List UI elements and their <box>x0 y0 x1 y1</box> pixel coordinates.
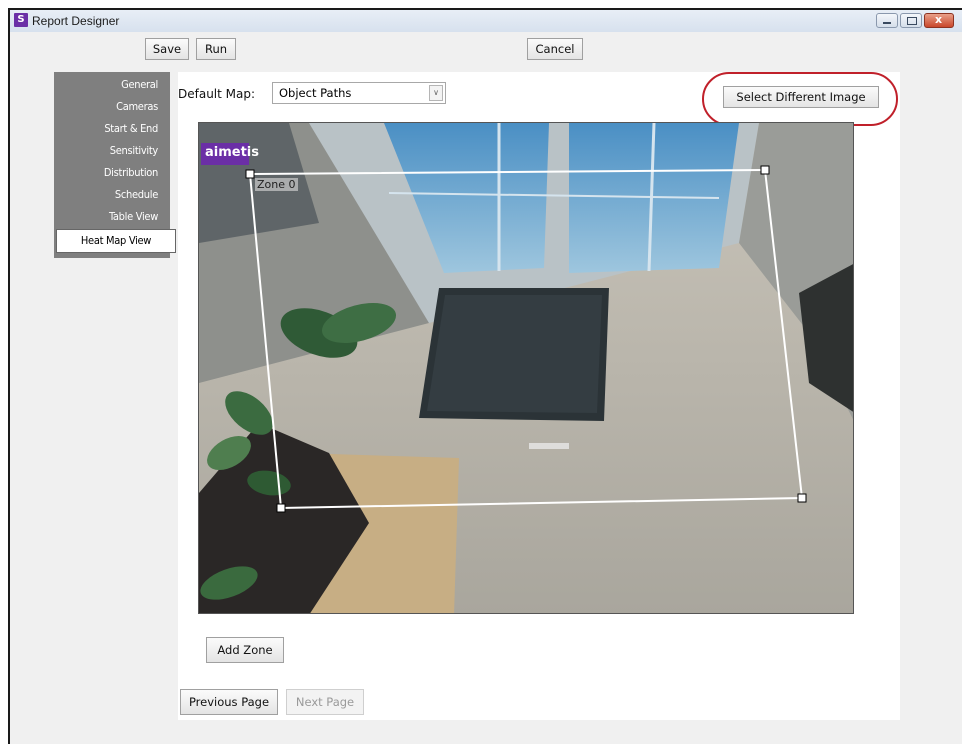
nav-item-distribution[interactable]: Distribution <box>104 162 158 184</box>
default-map-select[interactable]: Object Paths ∨ <box>272 82 446 104</box>
minimize-button[interactable] <box>876 13 898 28</box>
next-page-button[interactable]: Next Page <box>286 689 364 715</box>
save-button[interactable]: Save <box>145 38 189 60</box>
close-icon: x <box>935 13 943 26</box>
zone-label: Zone 0 <box>255 178 298 191</box>
app-icon: S <box>14 13 28 27</box>
minimize-icon <box>883 22 891 24</box>
title-bar: S Report Designer x <box>10 10 962 32</box>
camera-logo: aimetis <box>201 143 259 165</box>
window-title: Report Designer <box>32 14 120 28</box>
nav-item-start-end[interactable]: Start & End <box>104 118 158 140</box>
nav-item-general[interactable]: General <box>121 74 158 96</box>
camera-scene <box>199 123 853 613</box>
nav-item-sensitivity[interactable]: Sensitivity <box>110 140 159 162</box>
previous-page-button[interactable]: Previous Page <box>180 689 278 715</box>
chevron-down-icon[interactable]: ∨ <box>429 85 443 101</box>
nav-item-heat-map-view[interactable]: Heat Map View <box>56 229 176 253</box>
default-map-value: Object Paths <box>279 86 352 100</box>
add-zone-button[interactable]: Add Zone <box>206 637 284 663</box>
cancel-button[interactable]: Cancel <box>527 38 583 60</box>
close-button[interactable]: x <box>924 13 954 28</box>
default-map-label: Default Map: <box>178 87 256 101</box>
maximize-button[interactable] <box>900 13 922 28</box>
camera-image[interactable]: aimetis Zone 0 <box>198 122 854 614</box>
maximize-icon <box>907 17 917 25</box>
nav-item-schedule[interactable]: Schedule <box>115 184 158 206</box>
nav-item-cameras[interactable]: Cameras <box>116 96 158 118</box>
nav-item-table-view[interactable]: Table View <box>109 206 158 228</box>
run-button[interactable]: Run <box>196 38 236 60</box>
select-different-image-button[interactable]: Select Different Image <box>723 86 879 108</box>
designer-nav: General Cameras Start & End Sensitivity … <box>54 72 176 258</box>
